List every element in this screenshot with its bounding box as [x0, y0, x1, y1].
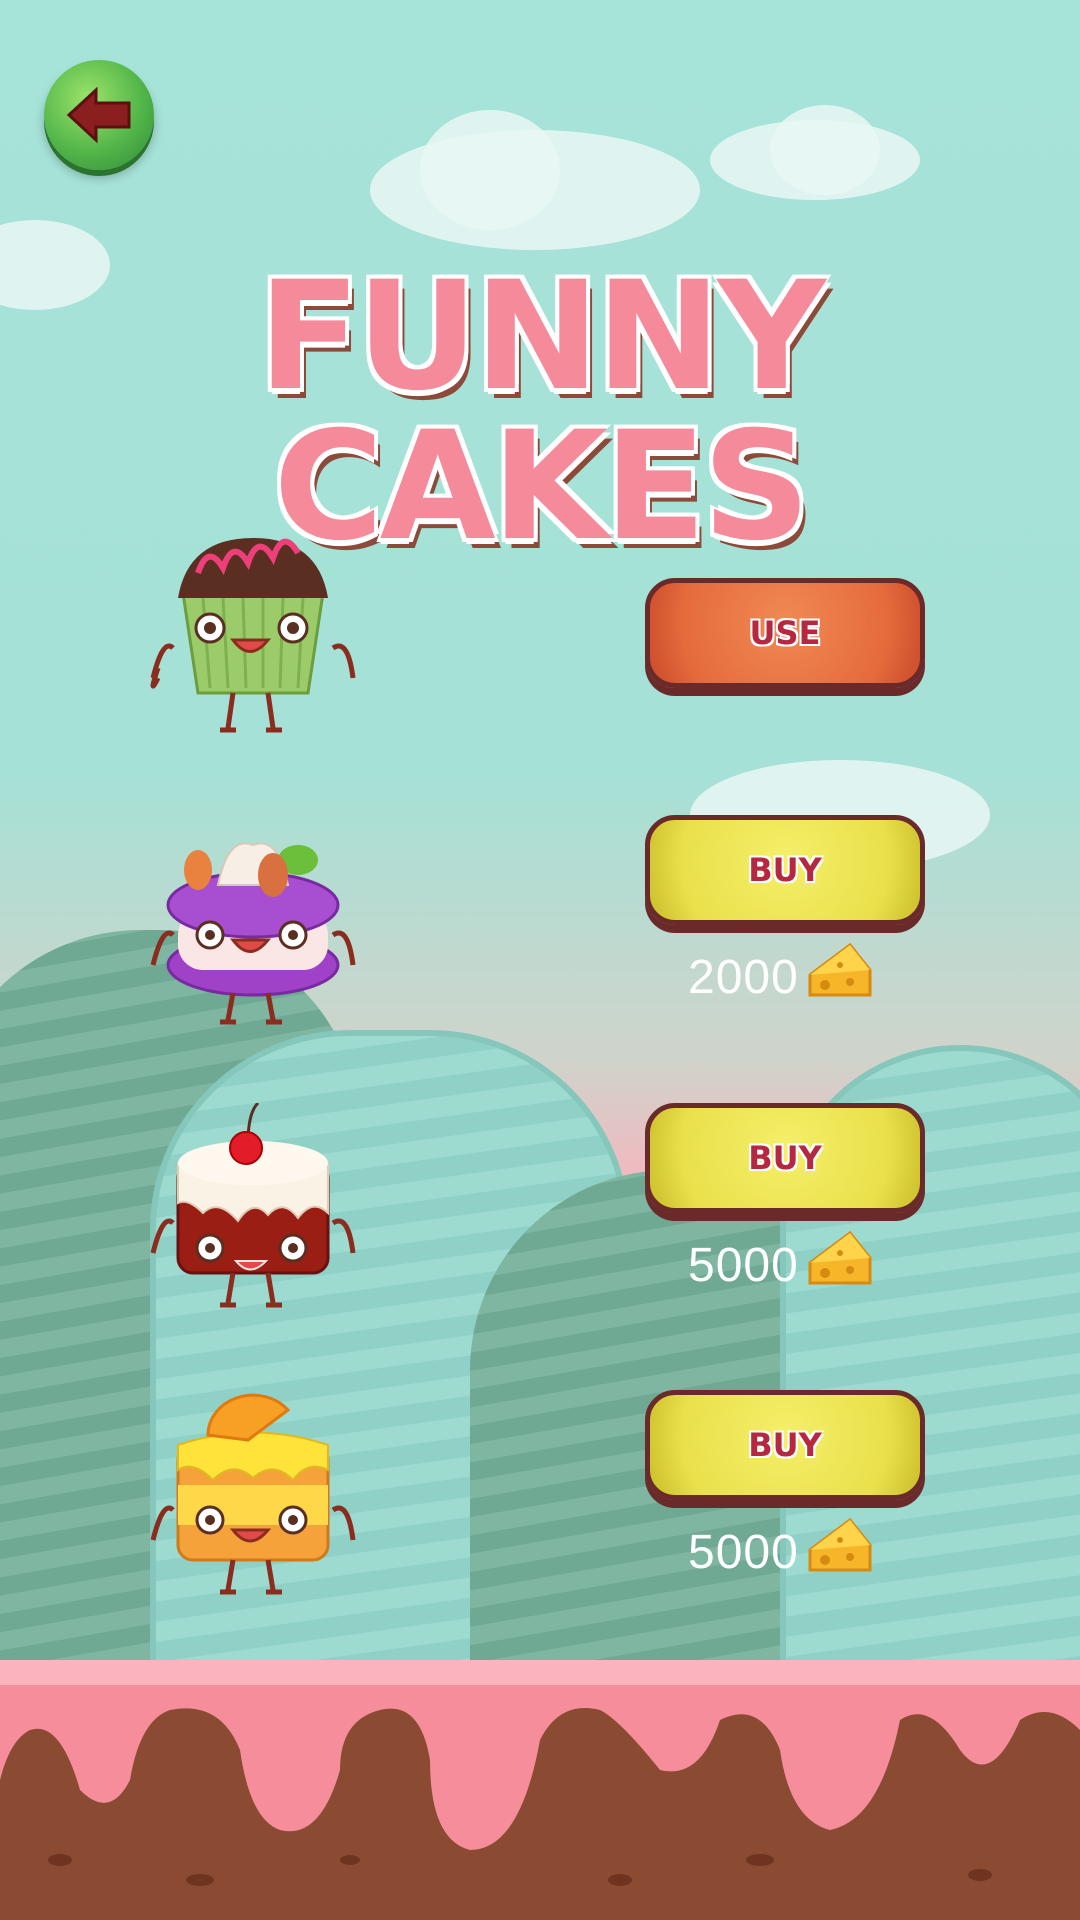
- cheese-icon: [808, 1230, 872, 1285]
- frosting-drip-icon: [0, 1660, 1080, 1920]
- page-title: FUNNY CAKES: [258, 250, 826, 574]
- buy-button[interactable]: BUY: [645, 1390, 925, 1500]
- price-label: 2000: [688, 951, 799, 1004]
- orange-cake-icon: [150, 1393, 356, 1595]
- buy-button[interactable]: BUY: [645, 815, 925, 925]
- buy-button-label: BUY: [748, 851, 822, 889]
- shop-item: BUY 5000: [0, 1390, 1080, 1640]
- buy-button-label: BUY: [748, 1426, 822, 1464]
- buy-button-label: BUY: [748, 1139, 822, 1177]
- shop-item: USE: [0, 528, 1080, 778]
- price-label: 5000: [688, 1526, 799, 1579]
- chocolate-cupcake-icon: [150, 538, 356, 733]
- back-arrow-icon: [66, 86, 131, 144]
- cheese-icon: [808, 1517, 872, 1572]
- ground-frosting: [0, 1660, 1080, 1920]
- use-button[interactable]: USE: [645, 578, 925, 688]
- price-label: 5000: [688, 1239, 799, 1292]
- back-button[interactable]: [44, 60, 154, 170]
- shop-item: BUY 5000: [0, 1103, 1080, 1353]
- use-button-label: USE: [749, 614, 821, 652]
- buy-button[interactable]: BUY: [645, 1103, 925, 1213]
- cherry-cake-icon: [150, 1103, 356, 1308]
- shop-item: BUY 2000: [0, 815, 1080, 1065]
- purple-macaron-icon: [150, 842, 356, 1025]
- cheese-icon: [808, 942, 872, 997]
